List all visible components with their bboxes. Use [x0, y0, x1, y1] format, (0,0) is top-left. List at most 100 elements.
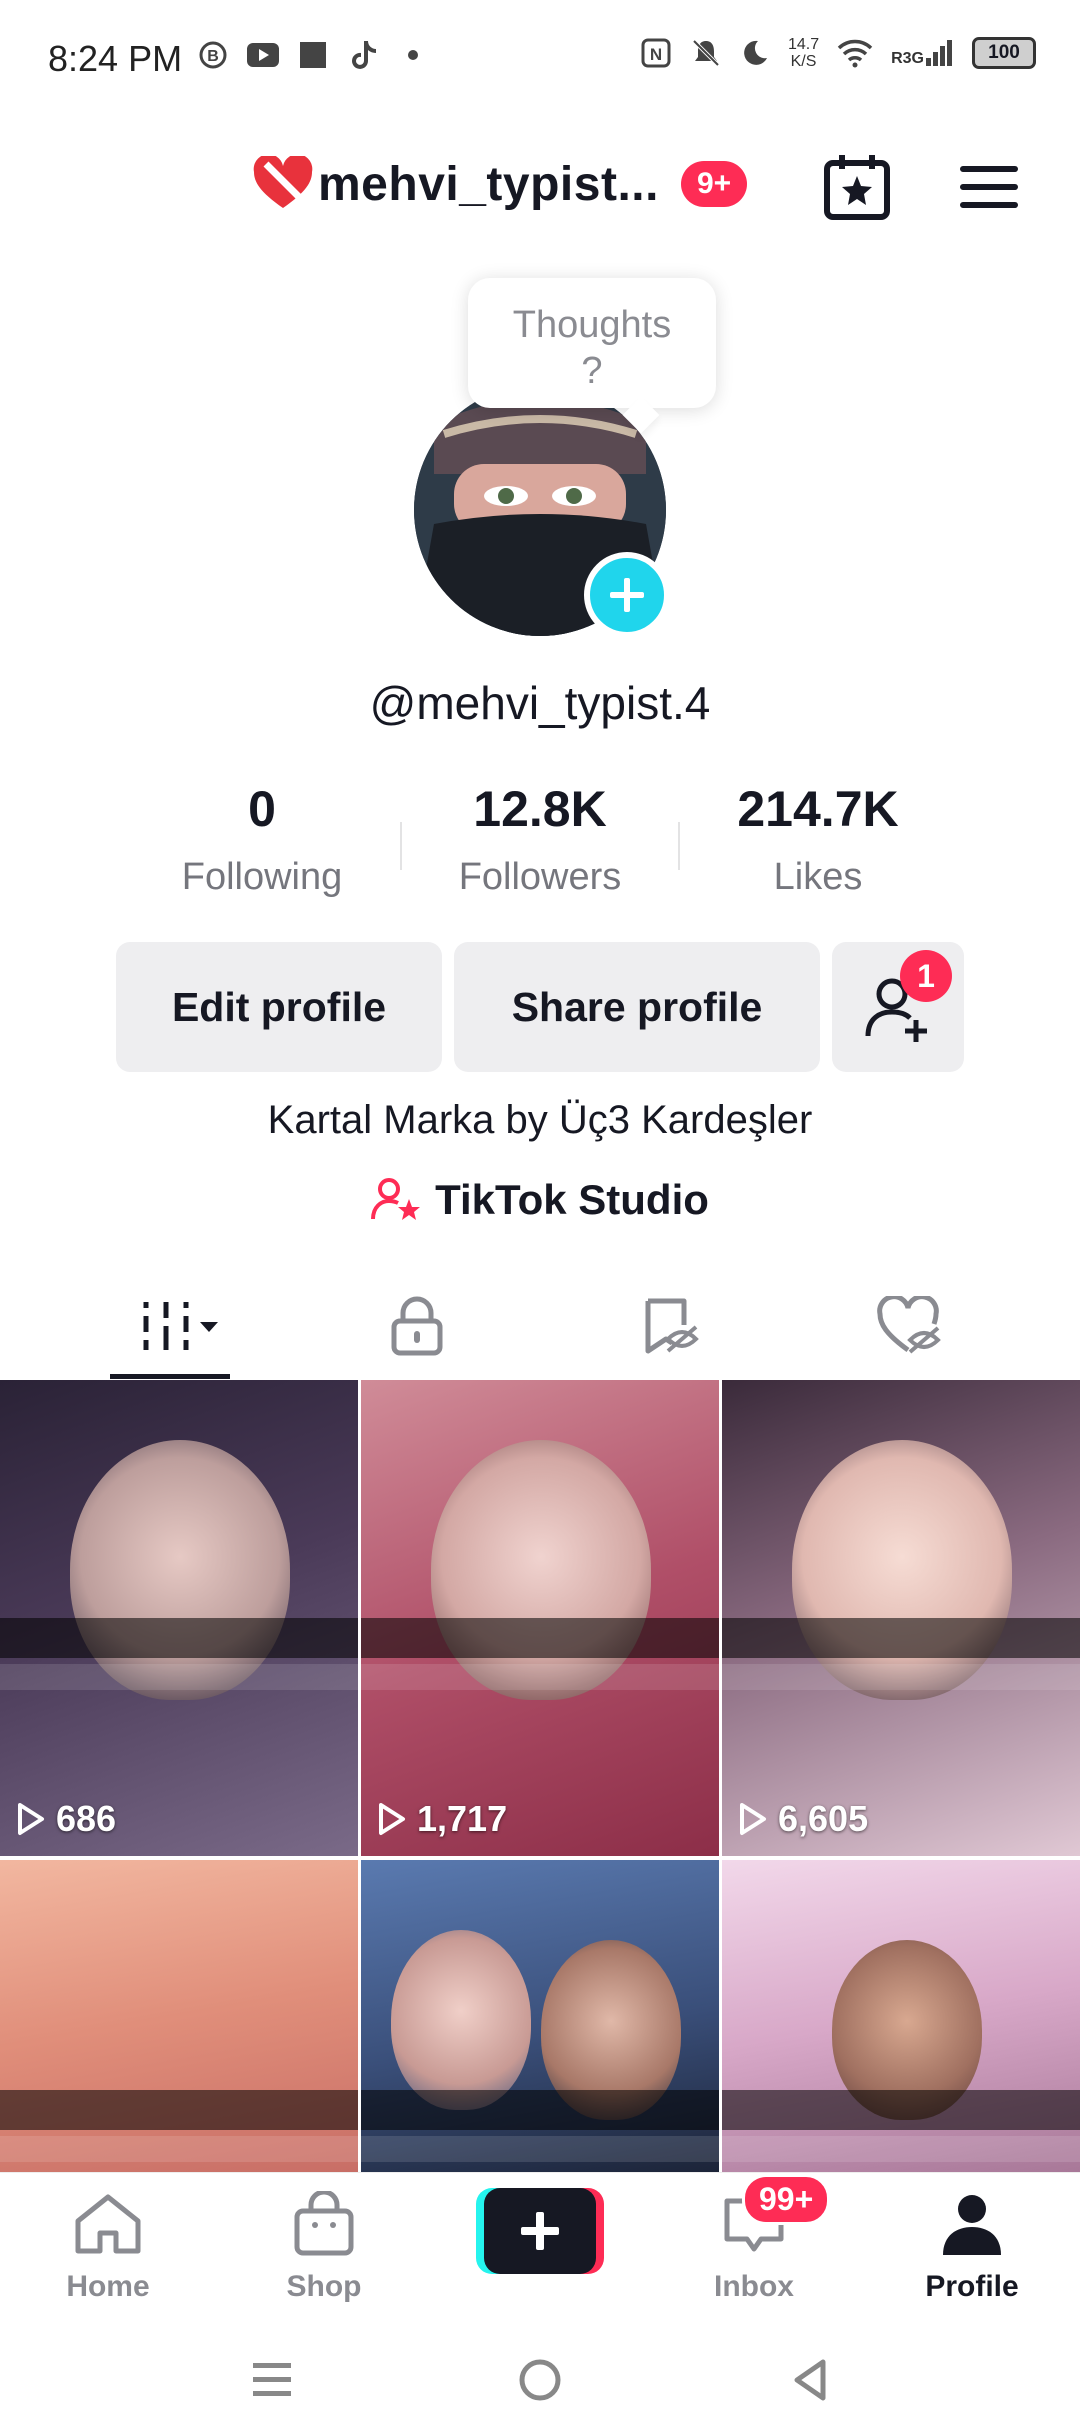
thoughts-bubble[interactable]: Thoughts ?: [468, 278, 716, 408]
youtube-icon: [246, 38, 280, 72]
mute-icon: [692, 39, 720, 67]
broken-heart-icon: [253, 156, 313, 208]
view-count: 686: [16, 1798, 116, 1840]
recent-apps-button[interactable]: [244, 2352, 300, 2408]
nav-shop[interactable]: Shop: [244, 2189, 404, 2304]
thumbnail-watermark: [722, 1664, 1080, 1690]
tab-favorites-hidden[interactable]: [624, 1288, 714, 1364]
video-grid: 686 1,717 6,605: [0, 1380, 1080, 2172]
likes-stat[interactable]: 214.7K Likes: [688, 780, 948, 899]
thumbnail-watermark: [361, 2136, 719, 2162]
tiktok-studio-link[interactable]: TikTok Studio: [0, 1176, 1080, 1224]
nav-home[interactable]: Home: [28, 2191, 188, 2304]
thumbnail-watermark: [361, 1664, 719, 1690]
nav-home-label: Home: [66, 2270, 150, 2303]
hamburger-menu-icon: [960, 166, 1018, 208]
thumbnail-caption-strip: [361, 1618, 719, 1658]
video-thumbnail[interactable]: 686: [0, 1380, 358, 1856]
nav-shop-label: Shop: [286, 2270, 362, 2303]
thumbnail-watermark: [722, 2136, 1080, 2162]
shopping-bag-icon: [294, 2189, 354, 2256]
thoughts-text: Thoughts: [512, 304, 672, 346]
followers-stat[interactable]: 12.8K Followers: [410, 780, 670, 899]
create-plus-icon: [476, 2188, 604, 2274]
play-icon: [18, 1803, 44, 1835]
calendar-button[interactable]: [822, 152, 892, 222]
thumbnail-caption-strip: [0, 2090, 358, 2130]
video-thumbnail[interactable]: [361, 1860, 719, 2172]
wifi-icon: [837, 39, 873, 68]
following-stat[interactable]: 0 Following: [132, 780, 392, 899]
nav-profile-label: Profile: [925, 2270, 1019, 2303]
status-right-icons: N 14.7 K/S R3G 100: [640, 36, 1036, 70]
profile-tabs: [0, 1270, 1080, 1380]
plus-icon: [610, 578, 644, 612]
thumbnail-watermark: [0, 2136, 358, 2162]
view-count: 1,717: [377, 1798, 507, 1840]
account-switcher[interactable]: mehvi_typist... 9+: [252, 156, 748, 212]
profile-header: mehvi_typist... 9+: [0, 140, 1080, 236]
profile-bio: Kartal Marka by Üç3 Kardeşler: [267, 1098, 813, 1142]
edit-profile-button[interactable]: Edit profile: [116, 942, 442, 1072]
svg-text:B: B: [207, 48, 219, 65]
creator-star-icon: [371, 1178, 421, 1220]
tab-private[interactable]: [372, 1288, 462, 1364]
video-thumbnail[interactable]: 1,717: [361, 1380, 719, 1856]
business-icon: B: [196, 38, 230, 72]
tab-videos[interactable]: [130, 1288, 230, 1364]
active-tab-indicator: [110, 1374, 230, 1379]
likes-count: 214.7K: [737, 781, 899, 837]
add-story-button[interactable]: [584, 552, 670, 638]
share-profile-button[interactable]: Share profile: [454, 942, 820, 1072]
nav-profile[interactable]: Profile: [892, 2191, 1052, 2304]
recents-icon: [253, 2363, 291, 2396]
circle-home-icon: [519, 2359, 561, 2401]
network-speed: 14.7 K/S: [787, 36, 820, 70]
profile-stats: 0 Following 12.8K Followers 214.7K Likes: [0, 780, 1080, 910]
signal-icon: [926, 40, 952, 66]
tiktok-studio-label: TikTok Studio: [435, 1176, 709, 1223]
gallery-icon: [296, 38, 330, 72]
calendar-star-icon: [824, 155, 890, 220]
stat-divider: [678, 822, 680, 870]
back-button[interactable]: [782, 2352, 838, 2408]
following-count: 0: [248, 781, 276, 837]
thumbnail-caption-strip: [361, 2090, 719, 2130]
thoughts-question: ?: [581, 350, 603, 392]
stat-divider: [400, 822, 402, 870]
lock-icon: [391, 1296, 443, 1356]
menu-button[interactable]: [956, 162, 1022, 212]
liked-hidden-icon: [877, 1296, 941, 1354]
home-system-button[interactable]: [512, 2352, 568, 2408]
create-button[interactable]: [476, 2188, 604, 2274]
system-navigation: [0, 2318, 1080, 2436]
followers-count: 12.8K: [473, 781, 607, 837]
videos-grid-icon: [143, 1302, 218, 1350]
thumbnail-person: [70, 1440, 290, 1700]
video-thumbnail[interactable]: 6,605: [722, 1380, 1080, 1856]
following-label: Following: [181, 856, 343, 898]
profile-icon: [943, 2195, 1001, 2255]
play-icon: [379, 1803, 405, 1835]
play-icon: [740, 1803, 766, 1835]
thumbnail-person: [792, 1440, 1012, 1700]
bookmark-hidden-icon: [645, 1298, 699, 1354]
thumbnail-caption-strip: [0, 1618, 358, 1658]
video-thumbnail[interactable]: [0, 1860, 358, 2172]
friend-request-badge: 1: [900, 950, 952, 1002]
thumbnail-watermark: [0, 1664, 358, 1690]
status-left-icons: B: [196, 38, 430, 72]
followers-label: Followers: [458, 856, 622, 898]
dot-icon: [396, 38, 430, 72]
thumbnail-person: [391, 1930, 531, 2110]
thumbnail-caption-strip: [722, 2090, 1080, 2130]
view-count: 6,605: [738, 1798, 868, 1840]
signal-label: R3G: [891, 50, 924, 67]
notification-badge: 9+: [680, 161, 748, 207]
battery-indicator: 100: [972, 37, 1036, 69]
thumbnail-person: [431, 1440, 651, 1700]
tab-liked-hidden[interactable]: [864, 1288, 954, 1364]
profile-handle: @mehvi_typist.4: [369, 677, 711, 729]
tiktok-icon: [346, 38, 380, 72]
video-thumbnail[interactable]: [722, 1860, 1080, 2172]
